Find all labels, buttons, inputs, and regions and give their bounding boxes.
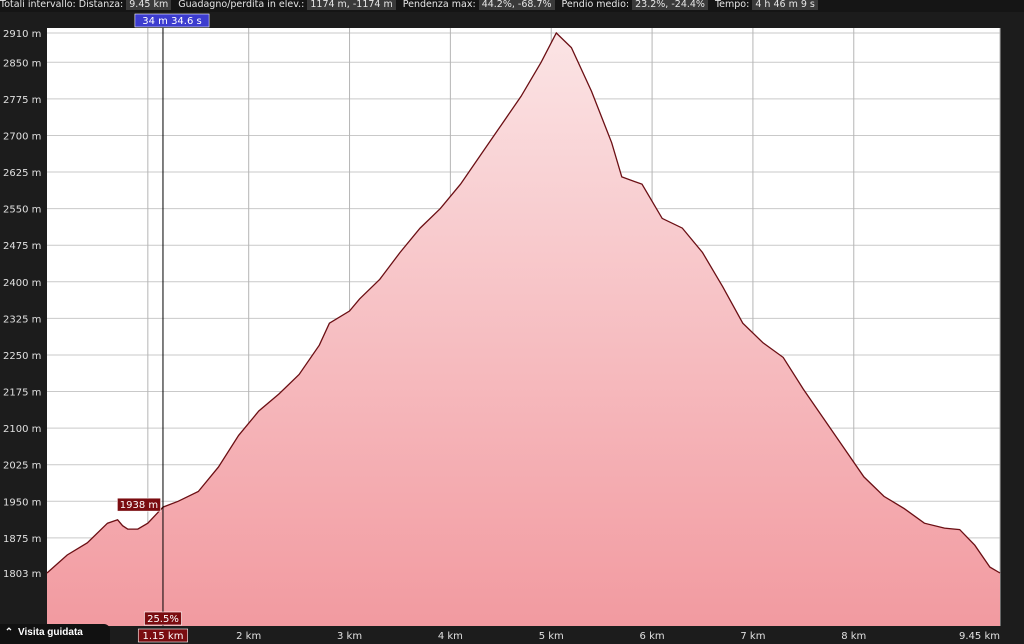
cursor-distance-label: 1.15 km (137, 628, 188, 643)
y-tick-label: 2025 m (3, 461, 41, 472)
x-tick-label: 3 km (337, 631, 362, 642)
cursor-elevation-label-text: 1938 m (120, 500, 158, 511)
x-tick-label: 2 km (236, 631, 261, 642)
y-tick-label: 2100 m (3, 424, 41, 435)
y-tick-label: 1803 m (3, 569, 41, 580)
y-tick-label: 1950 m (3, 497, 41, 508)
chevron-up-icon: ⌃ (4, 627, 14, 638)
y-tick-label: 2910 m (3, 29, 41, 40)
y-tick-label: 2250 m (3, 351, 41, 362)
guided-tour-label: Visita guidata (18, 627, 83, 638)
y-tick-label: 2850 m (3, 58, 41, 69)
cursor-distance-label-text: 1.15 km (142, 631, 183, 642)
x-tick-label: 4 km (438, 631, 463, 642)
cursor-time-label-text: 34 m 34.6 s (142, 16, 201, 27)
elevation-profile-chart[interactable]: 1803 m 1875 m 1950 m 2025 m 2100 m 2175 m 2250… (0, 0, 1024, 644)
x-axis-ticks: 2 km 3 km 4 km 5 km 6 km 7 km 8 km 9.45 km (236, 631, 1000, 642)
y-tick-label: 2550 m (3, 205, 41, 216)
cursor-slope-label: 25.5% (144, 611, 182, 626)
cursor-time-label: 34 m 34.6 s (134, 13, 210, 28)
y-tick-label: 2775 m (3, 95, 41, 106)
y-tick-label: 2175 m (3, 388, 41, 399)
x-tick-label: 8 km (841, 631, 866, 642)
y-tick-label: 1875 m (3, 534, 41, 545)
x-tick-label: 9.45 km (959, 631, 1000, 642)
y-tick-label: 2475 m (3, 241, 41, 252)
y-tick-label: 2400 m (3, 278, 41, 289)
x-tick-label: 6 km (640, 631, 665, 642)
y-axis-ticks: 1803 m 1875 m 1950 m 2025 m 2100 m 2175 m 2250… (3, 29, 41, 580)
x-tick-label: 5 km (539, 631, 564, 642)
cursor-slope-label-text: 25.5% (147, 614, 179, 625)
y-tick-label: 2700 m (3, 131, 41, 142)
cursor-elevation-label: 1938 m (117, 497, 161, 512)
x-tick-label: 7 km (740, 631, 765, 642)
y-tick-label: 2325 m (3, 314, 41, 325)
guided-tour-button[interactable]: ⌃ Visita guidata (0, 624, 110, 644)
y-tick-label: 2625 m (3, 168, 41, 179)
